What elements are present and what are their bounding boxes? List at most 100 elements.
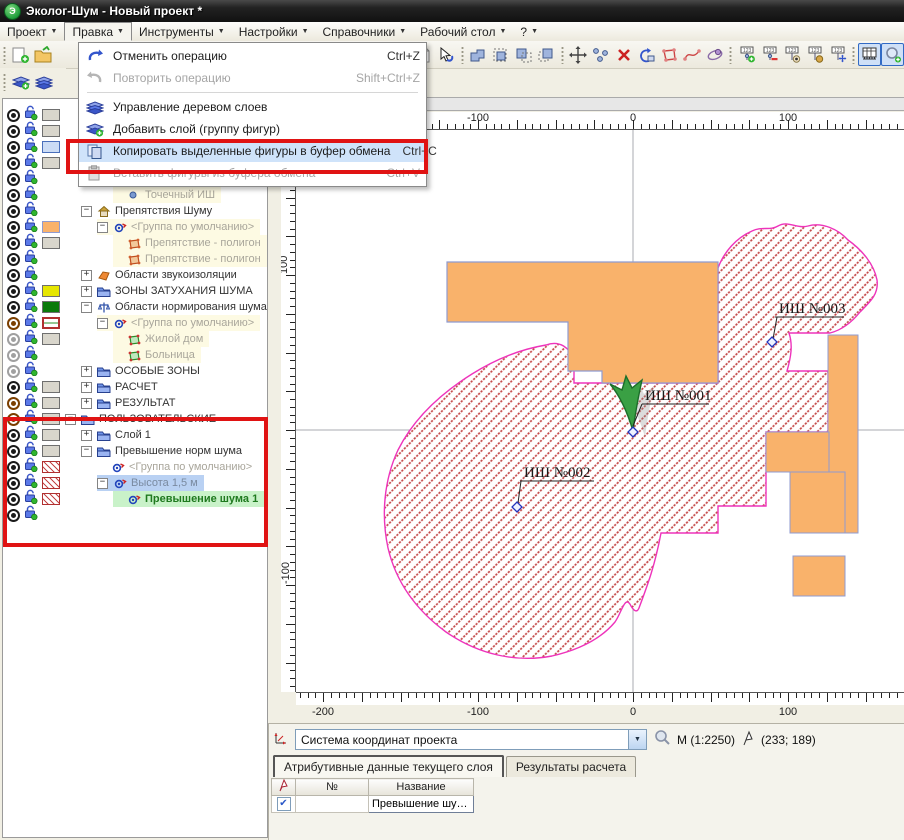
menubar-item-6[interactable]: Рабочий стол▼	[413, 22, 513, 41]
layer-color-swatch[interactable]	[42, 333, 60, 345]
layer-color-swatch[interactable]	[42, 285, 60, 297]
tree-item-19[interactable]: −Высота 1,5 м	[97, 475, 204, 491]
expand-plus-icon[interactable]: +	[81, 270, 92, 281]
magnifier-icon[interactable]	[653, 729, 671, 750]
map-canvas[interactable]: ИШ №001ИШ №002ИШ №003	[296, 130, 904, 692]
move-button[interactable]	[567, 43, 590, 66]
visibility-eye-icon[interactable]	[7, 429, 20, 442]
post-coin-button[interactable]: 123	[804, 43, 827, 66]
visibility-eye-icon[interactable]	[7, 381, 20, 394]
expand-plus-icon[interactable]: +	[81, 430, 92, 441]
visibility-eye-icon[interactable]	[7, 141, 20, 154]
orbit-button[interactable]	[704, 43, 727, 66]
layer-color-swatch[interactable]	[42, 477, 60, 489]
menu-item-4[interactable]: Управление деревом слоев	[79, 96, 426, 118]
tab-1[interactable]: Атрибутивные данные текущего слоя	[273, 755, 504, 777]
layer-color-swatch[interactable]	[42, 445, 60, 457]
row-num-cell[interactable]	[296, 796, 369, 813]
obstacle-rect-band[interactable]	[766, 432, 829, 472]
menubar-item-1[interactable]: Проект▼	[0, 22, 64, 41]
visibility-eye-icon[interactable]	[7, 461, 20, 474]
shape-paste-button[interactable]	[512, 43, 535, 66]
obstacle-rect-block[interactable]	[790, 472, 845, 533]
collapse-minus-icon[interactable]: −	[97, 478, 108, 489]
chevron-down-icon[interactable]: ▼	[628, 730, 646, 749]
shape-dup-button[interactable]	[535, 43, 558, 66]
coordinate-system-select[interactable]: Система координат проекта ▼	[295, 729, 647, 750]
zoom-plus-button[interactable]	[881, 43, 904, 66]
collapse-minus-icon[interactable]: −	[97, 318, 108, 329]
collapse-minus-icon[interactable]: −	[81, 302, 92, 313]
expand-plus-icon[interactable]: +	[81, 366, 92, 377]
tree-item-7[interactable]: +ЗОНЫ ЗАТУХАНИЯ ШУМА	[81, 283, 259, 299]
visibility-eye-icon[interactable]	[7, 285, 20, 298]
rotate-button[interactable]	[635, 43, 658, 66]
open-project-button[interactable]	[32, 43, 55, 66]
visibility-eye-icon[interactable]	[7, 365, 20, 378]
lock-icon[interactable]	[23, 505, 38, 525]
shape-copy-button[interactable]	[467, 43, 490, 66]
tree-item-8[interactable]: −Области нормирования шума	[81, 299, 268, 315]
collapse-minus-icon[interactable]: −	[97, 222, 108, 233]
layer-color-swatch[interactable]	[42, 301, 60, 313]
tree-item-5[interactable]: Препятствие - полигон	[113, 251, 267, 267]
visibility-eye-icon[interactable]	[7, 493, 20, 506]
layer-color-swatch[interactable]	[42, 109, 60, 121]
table-row[interactable]: ✔ Превышение шу…	[272, 796, 474, 813]
post-remove-button[interactable]: 123	[758, 43, 781, 66]
visibility-eye-icon[interactable]	[7, 349, 20, 362]
visibility-eye-icon[interactable]	[7, 509, 20, 522]
layer-tree-panel[interactable]: Точечный ИШ−Препятствия Шуму−<Группа по …	[2, 98, 268, 838]
visibility-eye-icon[interactable]	[7, 445, 20, 458]
visibility-eye-icon[interactable]	[7, 205, 20, 218]
tree-item-17[interactable]: −Превышение норм шума	[81, 443, 248, 459]
tree-item-13[interactable]: +РАСЧЕТ	[81, 379, 164, 395]
new-figure-button[interactable]	[9, 43, 32, 66]
post-add-button[interactable]: 123	[735, 43, 758, 66]
layer-color-swatch[interactable]	[42, 141, 60, 153]
checkbox-checked-icon[interactable]: ✔	[277, 797, 291, 811]
visibility-eye-icon[interactable]	[7, 413, 20, 426]
polygon-edit-button[interactable]	[658, 43, 681, 66]
visibility-eye-icon[interactable]	[7, 189, 20, 202]
visibility-eye-icon[interactable]	[7, 269, 20, 282]
visibility-eye-icon[interactable]	[7, 221, 20, 234]
tree-item-4[interactable]: Препятствие - полигон	[113, 235, 267, 251]
layer-color-swatch[interactable]	[42, 493, 60, 505]
menu-item-1[interactable]: Отменить операциюCtrl+Z	[79, 45, 426, 67]
menubar-item-5[interactable]: Справочники▼	[316, 22, 414, 41]
tree-item-20[interactable]: Превышение шума 1	[113, 491, 264, 507]
nodes-button[interactable]	[590, 43, 613, 66]
expand-plus-icon[interactable]: +	[81, 382, 92, 393]
row-selector-header[interactable]	[272, 779, 296, 796]
menubar-item-2[interactable]: Правка▼	[64, 22, 131, 41]
tree-item-11[interactable]: Больница	[113, 347, 201, 363]
tree-item-18[interactable]: <Группа по умолчанию>	[97, 459, 258, 475]
tree-item-3[interactable]: −<Группа по умолчанию>	[97, 219, 260, 235]
layer-color-swatch[interactable]	[42, 381, 60, 393]
layer-color-swatch[interactable]	[42, 317, 60, 329]
post-eye-button[interactable]: 123	[781, 43, 804, 66]
post-move-button[interactable]: 123	[827, 43, 850, 66]
delete-button[interactable]	[612, 43, 635, 66]
visibility-eye-icon[interactable]	[7, 253, 20, 266]
add-layer-group-button[interactable]	[9, 71, 32, 94]
collapse-minus-icon[interactable]: −	[81, 206, 92, 217]
visibility-eye-icon[interactable]	[7, 317, 20, 330]
layers-button[interactable]	[32, 71, 55, 94]
menubar-item-4[interactable]: Настройки▼	[232, 22, 316, 41]
layer-color-swatch[interactable]	[42, 429, 60, 441]
tree-item-6[interactable]: +Области звукоизоляции	[81, 267, 243, 283]
shape-select-button[interactable]	[490, 43, 513, 66]
tree-item-15[interactable]: −ПОЛЬЗОВАТЕЛЬСКИЕ	[65, 411, 222, 427]
measure-table-button[interactable]	[858, 43, 881, 66]
visibility-eye-icon[interactable]	[7, 109, 20, 122]
layer-color-swatch[interactable]	[42, 125, 60, 137]
polyline-button[interactable]	[681, 43, 704, 66]
tree-item-16[interactable]: +Слой 1	[81, 427, 157, 443]
visibility-eye-icon[interactable]	[7, 237, 20, 250]
collapse-minus-icon[interactable]: −	[81, 446, 92, 457]
layer-color-swatch[interactable]	[42, 413, 60, 425]
layer-color-swatch[interactable]	[42, 237, 60, 249]
select-cursor-button[interactable]	[435, 43, 458, 66]
